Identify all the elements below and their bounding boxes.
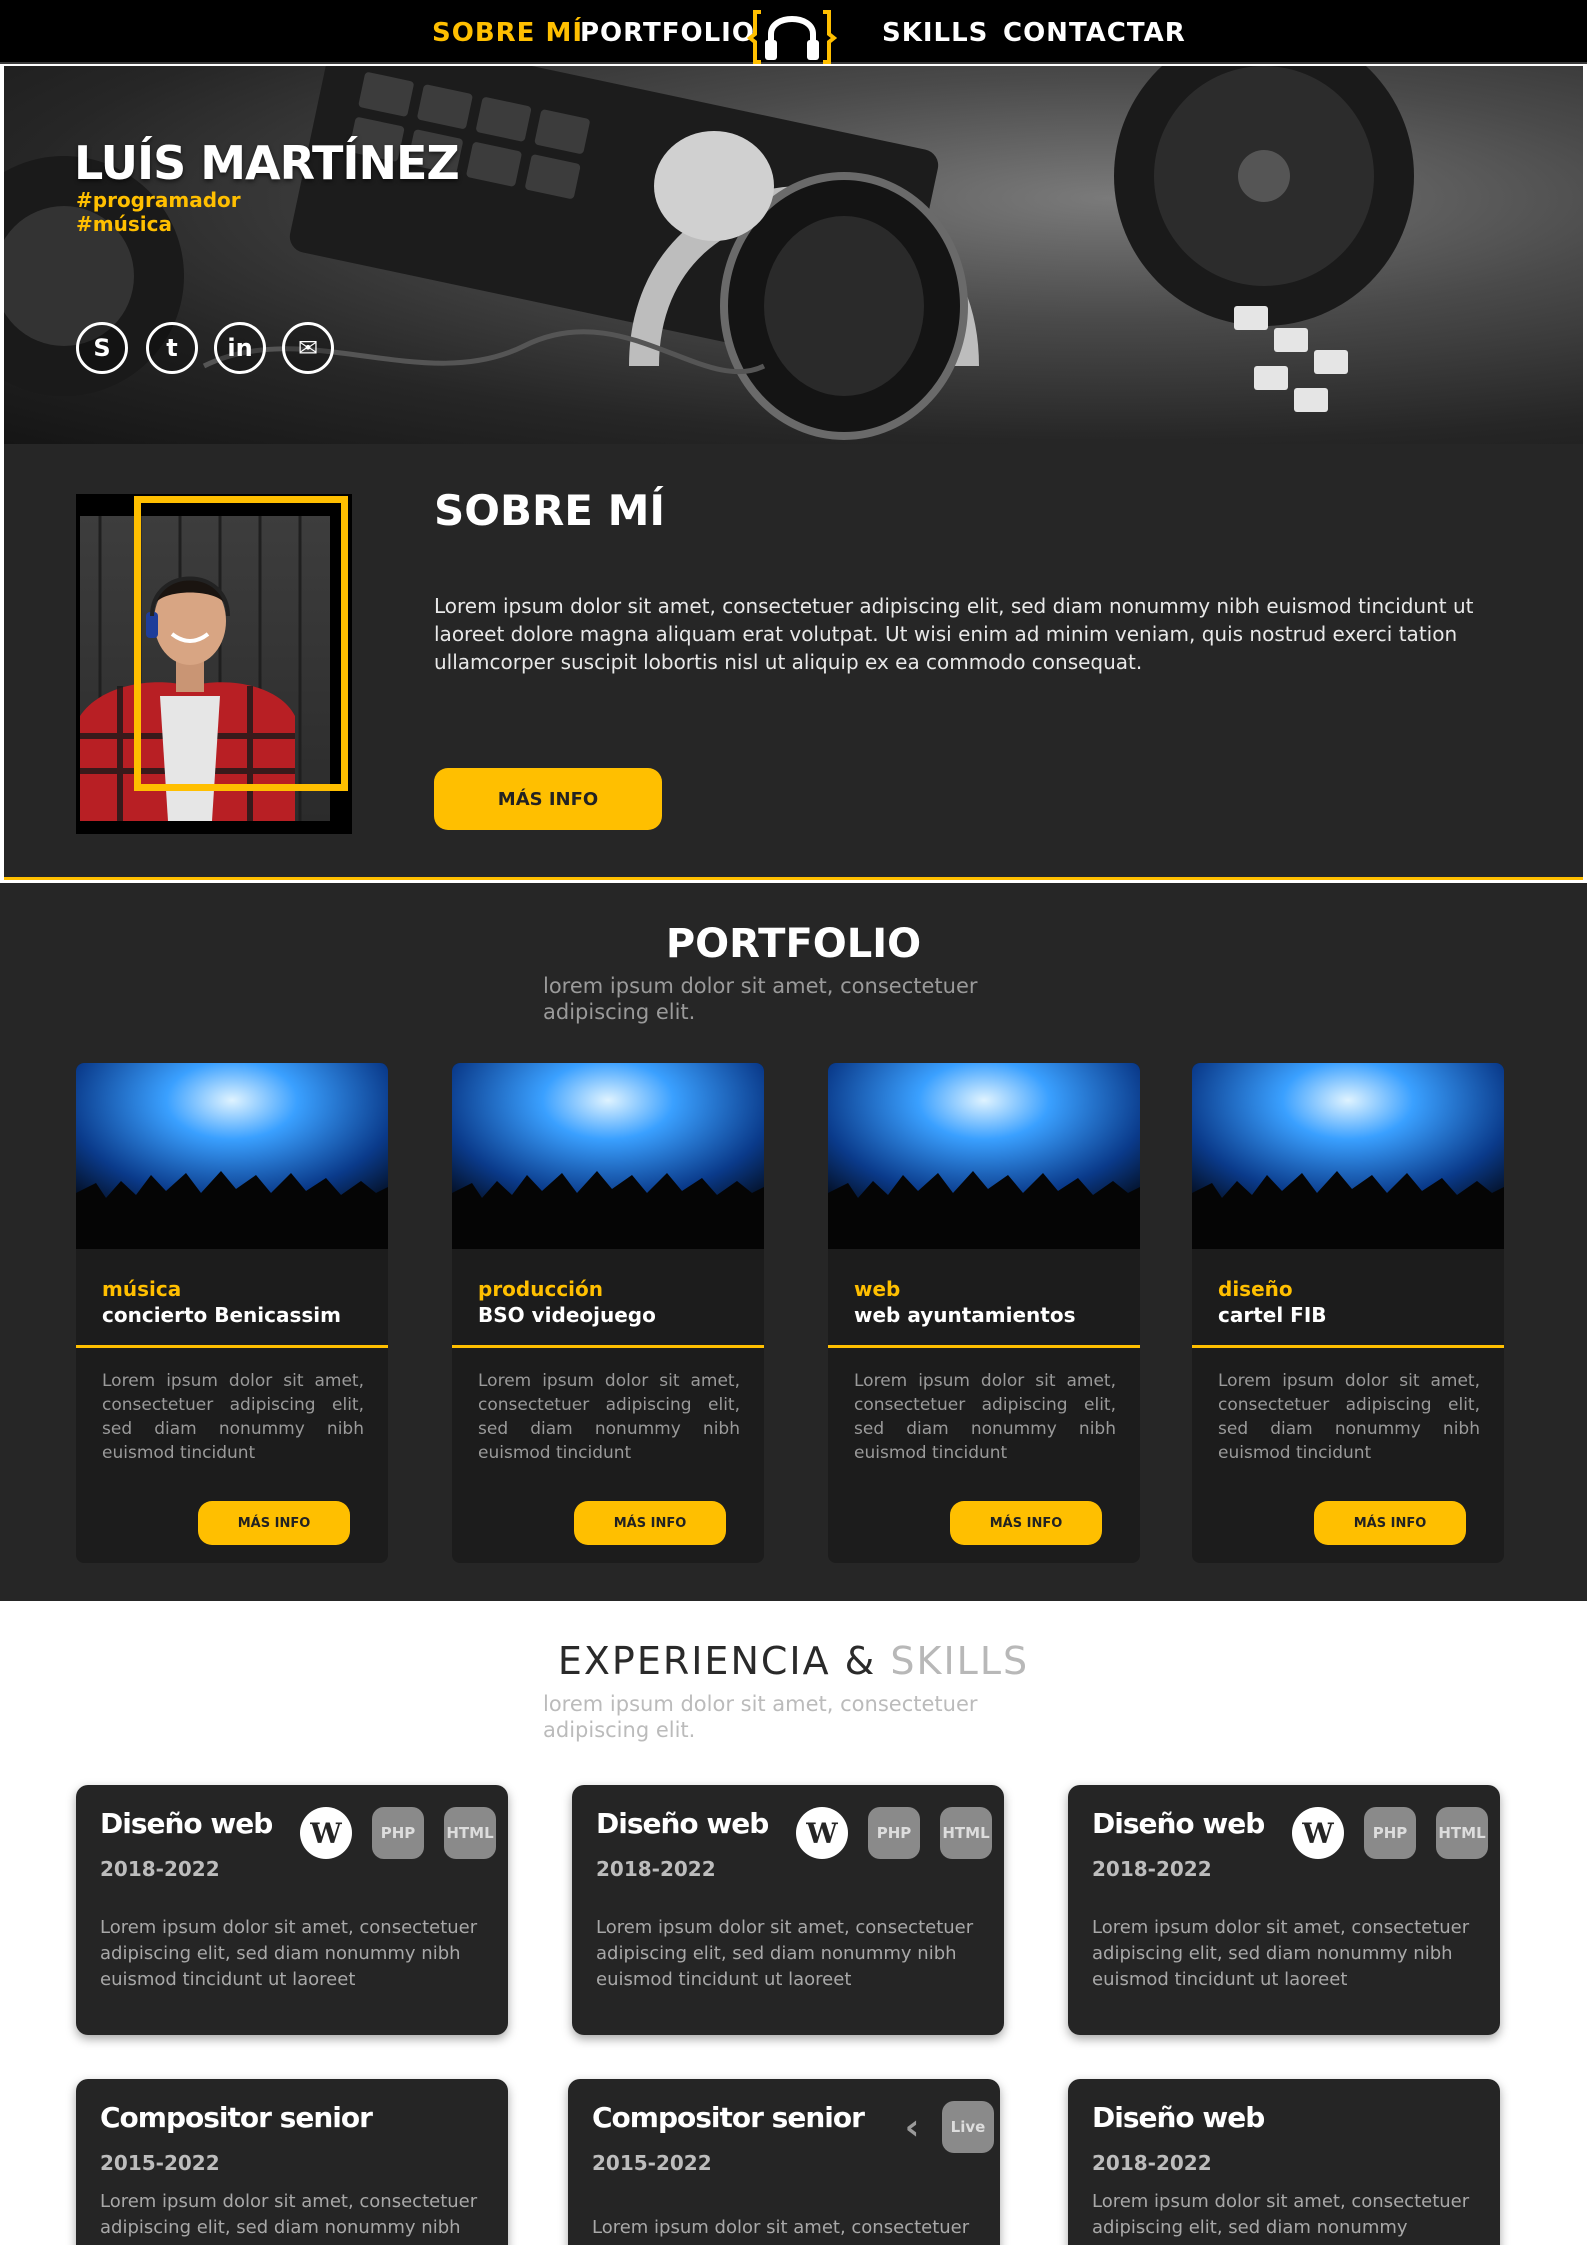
skill-card: Diseño web W PHP HTML 2018-2022 Lorem ip… <box>1068 1785 1500 2035</box>
portfolio-card-produccion[interactable]: producción BSO videojuego Lorem ipsum do… <box>452 1063 764 1563</box>
wordpress-icon: W <box>300 1807 352 1859</box>
concert-image <box>828 1063 1140 1249</box>
skill-card: Compositor senior 2015-2022 Lorem ipsum … <box>76 2079 508 2245</box>
skill-description: Lorem ipsum dolor sit amet, consectetuer… <box>100 1917 478 1990</box>
card-title: cartel FIB <box>1218 1303 1327 1327</box>
skills-subtitle: lorem ipsum dolor sit amet, consectetuer… <box>543 1692 978 1742</box>
card-divider <box>1192 1345 1504 1348</box>
dj-equipment-image <box>4 66 1414 440</box>
live-icon: Live <box>942 2101 994 2153</box>
profile-photo <box>76 494 352 834</box>
card-description: Lorem ipsum dolor sit amet, consectetuer… <box>854 1371 1116 1463</box>
html-icon: HTML <box>444 1807 496 1859</box>
card-description: Lorem ipsum dolor sit amet, consectetuer… <box>102 1371 364 1463</box>
nav-sobre-mi[interactable]: SOBRE MÍ <box>432 18 583 48</box>
email-icon[interactable]: ✉ <box>282 322 334 374</box>
skill-title: Diseño web <box>596 1807 769 1840</box>
card-divider <box>452 1345 764 1348</box>
skill-years: 2018-2022 <box>1092 2151 1212 2175</box>
skills-title-a: EXPERIENCIA & <box>557 1639 891 1683</box>
php-icon: PHP <box>868 1807 920 1859</box>
skype-icon[interactable]: S <box>76 322 128 374</box>
skills-title-b: SKILLS <box>890 1639 1030 1683</box>
skill-years: 2018-2022 <box>596 1857 716 1881</box>
card-category: diseño <box>1218 1277 1293 1301</box>
skill-title: Diseño web <box>100 1807 273 1840</box>
nav-skills[interactable]: SKILLS <box>882 18 988 48</box>
top-nav: SOBRE MÍ PORTFOLIO SKILLS CONTACTAR <box>0 0 1587 64</box>
concert-image <box>1192 1063 1504 1249</box>
concert-image <box>76 1063 388 1249</box>
skill-title: Diseño web <box>1092 1807 1265 1840</box>
card-category: web <box>854 1277 901 1301</box>
portfolio-title: PORTFOLIO <box>665 921 922 967</box>
skill-card: Compositor senior ‹ Live 2015-2022 Lorem… <box>568 2079 1000 2245</box>
skill-card: Diseño web 2018-2022 Lorem ipsum dolor s… <box>1068 2079 1500 2245</box>
headphones-icon[interactable] <box>747 4 837 64</box>
photo-frame <box>134 496 348 791</box>
nav-portfolio[interactable]: PORTFOLIO <box>580 18 755 48</box>
skill-years: 2015-2022 <box>592 2151 712 2175</box>
portfolio-card-web[interactable]: web web ayuntamientos Lorem ipsum dolor … <box>828 1063 1140 1563</box>
portfolio-section: PORTFOLIO lorem ipsum dolor sit amet, co… <box>0 883 1587 1601</box>
card-more-info-button[interactable]: MÁS INFO <box>1314 1501 1466 1545</box>
wordpress-icon: W <box>796 1807 848 1859</box>
skill-description: Lorem ipsum dolor sit amet, consectetuer… <box>100 2191 478 2238</box>
cubase-icon: ‹ <box>904 2106 920 2148</box>
skills-title: EXPERIENCIA & SKILLS <box>0 1639 1587 1683</box>
html-icon: HTML <box>1436 1807 1488 1859</box>
about-text: Lorem ipsum dolor sit amet, consectetuer… <box>434 594 1474 674</box>
php-icon: PHP <box>1364 1807 1416 1859</box>
hero-banner: LUÍS MARTÍNEZ #programador #música S t i… <box>4 66 1583 444</box>
card-divider <box>76 1345 388 1348</box>
card-description: Lorem ipsum dolor sit amet, consectetuer… <box>1218 1371 1480 1463</box>
skill-card: Diseño web W PHP HTML 2018-2022 Lorem ip… <box>76 1785 508 2035</box>
card-divider <box>828 1345 1140 1348</box>
skill-title: Compositor senior <box>592 2101 865 2134</box>
skill-years: 2018-2022 <box>1092 1857 1212 1881</box>
skill-years: 2015-2022 <box>100 2151 220 2175</box>
about-title: SOBRE MÍ <box>434 486 666 535</box>
skill-description: Lorem ipsum dolor sit amet, consectetuer… <box>1092 2191 1470 2238</box>
skill-title: Diseño web <box>1092 2101 1265 2134</box>
skill-title: Compositor senior <box>100 2101 373 2134</box>
card-category: producción <box>478 1277 604 1301</box>
about-more-info-button[interactable]: MÁS INFO <box>434 768 662 830</box>
portfolio-subtitle: lorem ipsum dolor sit amet, consectetuer… <box>543 974 978 1024</box>
card-title: concierto Benicassim <box>102 1303 341 1327</box>
card-description: Lorem ipsum dolor sit amet, consectetuer… <box>478 1371 740 1463</box>
linkedin-icon[interactable]: in <box>214 322 266 374</box>
nav-contactar[interactable]: CONTACTAR <box>1003 18 1186 48</box>
skill-description: Lorem ipsum dolor sit amet, consectetuer… <box>596 1917 974 1990</box>
php-icon: PHP <box>372 1807 424 1859</box>
skill-description: Lorem ipsum dolor sit amet, consectetuer <box>592 2217 970 2238</box>
hero-tag-programador: #programador <box>76 188 241 212</box>
hero-name: LUÍS MARTÍNEZ <box>74 136 460 190</box>
card-more-info-button[interactable]: MÁS INFO <box>574 1501 726 1545</box>
card-more-info-button[interactable]: MÁS INFO <box>198 1501 350 1545</box>
skill-card: Diseño web W PHP HTML 2018-2022 Lorem ip… <box>572 1785 1004 2035</box>
card-title: BSO videojuego <box>478 1303 656 1327</box>
skill-description: Lorem ipsum dolor sit amet, consectetuer… <box>1092 1917 1470 1990</box>
skills-section: EXPERIENCIA & SKILLS lorem ipsum dolor s… <box>0 1601 1587 2245</box>
wordpress-icon: W <box>1292 1807 1344 1859</box>
skill-years: 2018-2022 <box>100 1857 220 1881</box>
card-more-info-button[interactable]: MÁS INFO <box>950 1501 1102 1545</box>
html-icon: HTML <box>940 1807 992 1859</box>
portfolio-card-diseno[interactable]: diseño cartel FIB Lorem ipsum dolor sit … <box>1192 1063 1504 1563</box>
about-section: SOBRE MÍ Lorem ipsum dolor sit amet, con… <box>4 444 1583 880</box>
hero-tag-musica: #música <box>76 212 172 236</box>
portfolio-card-musica[interactable]: música concierto Benicassim Lorem ipsum … <box>76 1063 388 1563</box>
card-category: música <box>102 1277 182 1301</box>
concert-image <box>452 1063 764 1249</box>
card-title: web ayuntamientos <box>854 1303 1076 1327</box>
twitter-icon[interactable]: t <box>146 322 198 374</box>
